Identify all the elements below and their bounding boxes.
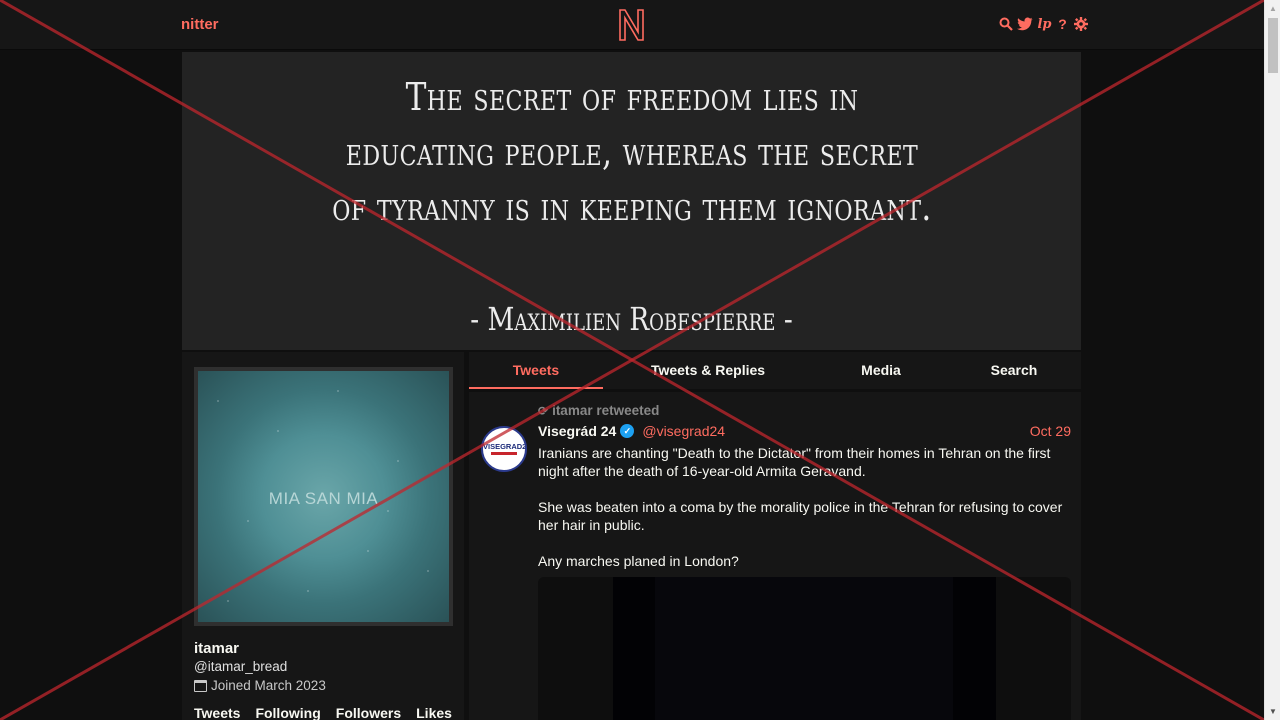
scroll-thumb[interactable]: [1268, 18, 1278, 73]
profile-card: MIA SAN MIA itamar @itamar_bread Joined …: [182, 352, 464, 720]
tweet-paragraph: She was beaten into a coma by the morali…: [538, 499, 1063, 533]
tweet-avatar[interactable]: VISEGRAD24: [481, 426, 527, 472]
video-frame: [655, 577, 953, 720]
tweet-fullname[interactable]: Visegrád 24: [538, 423, 616, 439]
tab-tweets[interactable]: Tweets: [469, 352, 603, 389]
tweet-paragraph: Iranians are chanting "Death to the Dict…: [538, 445, 1051, 479]
banner-author: - Maximilien Robespierre -: [470, 300, 793, 338]
retweet-label: itamar retweeted: [552, 403, 660, 418]
tweet-handle[interactable]: @visegrad24: [642, 423, 725, 439]
tweet-media[interactable]: [538, 577, 1071, 720]
settings-icon[interactable]: [1073, 16, 1088, 32]
help-icon[interactable]: ?: [1055, 16, 1070, 32]
avatar-text: MIA SAN MIA: [268, 489, 379, 508]
nav-icons: lp ?: [998, 16, 1088, 32]
lp-icon[interactable]: lp: [1037, 16, 1052, 32]
retweet-icon: ⟳: [538, 403, 549, 418]
tweet-date[interactable]: Oct 29: [1030, 423, 1071, 439]
tweet-avatar-text: VISEGRAD24: [483, 442, 527, 451]
stat-followers[interactable]: Followers: [336, 705, 401, 720]
stat-tweets[interactable]: Tweets: [194, 705, 240, 720]
profile-banner: The secret of freedom lies in educating …: [182, 52, 1081, 350]
tweet-avatar-flag: [491, 452, 517, 455]
scroll-up-icon[interactable]: ▲: [1265, 0, 1280, 17]
search-icon[interactable]: [998, 16, 1013, 32]
profile-stats: Tweets Following Followers Likes: [194, 705, 452, 720]
profile-avatar[interactable]: MIA SAN MIA: [194, 367, 453, 626]
retweet-header[interactable]: ⟳ itamar retweeted: [538, 403, 659, 418]
tweet-content: Iranians are chanting "Death to the Dict…: [538, 444, 1068, 588]
twitter-icon[interactable]: [1016, 16, 1034, 32]
timeline-tabs: Tweets Tweets & Replies Media Search: [469, 352, 1081, 389]
stat-following[interactable]: Following: [255, 705, 320, 720]
scroll-down-icon[interactable]: ▼: [1265, 703, 1280, 720]
tweet-video[interactable]: [613, 577, 996, 720]
timeline: ⟳ itamar retweeted VISEGRAD24 Visegrád 2…: [469, 392, 1081, 720]
tweet-author: Visegrád 24 ✓ @visegrad24: [538, 423, 725, 439]
joined-date: Joined March 2023: [211, 678, 326, 693]
profile-name[interactable]: itamar: [194, 640, 239, 657]
banner-quote: The secret of freedom lies in educating …: [332, 75, 932, 229]
nitter-logo-icon[interactable]: [617, 8, 646, 42]
profile-username[interactable]: @itamar_bread: [194, 659, 287, 674]
nitter-home-link[interactable]: nitter: [181, 16, 219, 33]
tab-tweets-replies[interactable]: Tweets & Replies: [623, 352, 793, 389]
navbar: nitter lp ?: [0, 0, 1264, 50]
calendar-icon: [194, 679, 207, 692]
profile-joined: Joined March 2023: [194, 678, 326, 693]
stat-likes[interactable]: Likes: [416, 705, 452, 720]
tab-media[interactable]: Media: [814, 352, 948, 389]
tab-search[interactable]: Search: [947, 352, 1081, 389]
scrollbar[interactable]: ▲ ▼: [1264, 0, 1280, 720]
tweet-paragraph: Any marches planed in London?: [538, 553, 739, 569]
verified-icon: ✓: [620, 424, 635, 438]
